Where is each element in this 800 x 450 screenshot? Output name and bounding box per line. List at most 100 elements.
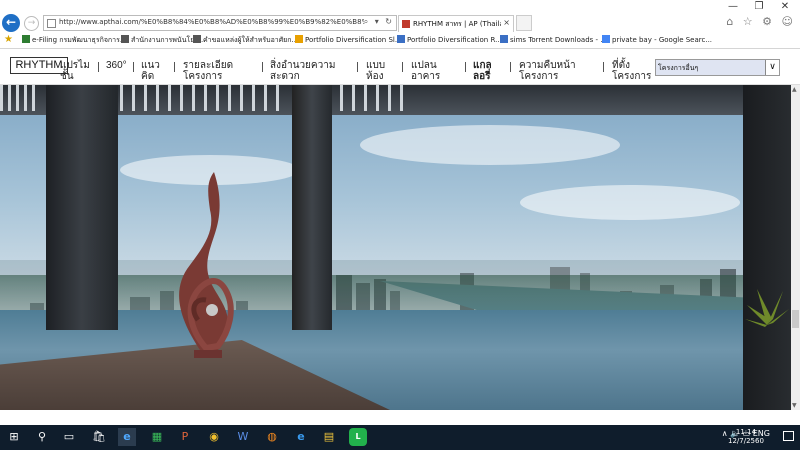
nav-divider	[262, 62, 263, 72]
scroll-down-icon[interactable]: ▼	[792, 402, 797, 409]
nav-divider	[133, 62, 134, 72]
favorite-label: Portfolio Diversification R...	[407, 36, 502, 44]
nav-divider	[510, 62, 511, 72]
minimize-button[interactable]: —	[720, 0, 746, 14]
project-select-value: โครงการอื่นๆ	[658, 64, 699, 72]
start-icon[interactable]: ⊞	[5, 428, 23, 446]
fav-icon	[121, 35, 129, 43]
nav-line: โครงการ	[519, 71, 559, 82]
cloud	[360, 125, 620, 165]
ie-icon[interactable]: e	[118, 428, 136, 446]
fav-icon	[22, 35, 30, 43]
nav-line: ลอรี่	[473, 71, 491, 82]
pillar	[292, 85, 332, 330]
close-window-button[interactable]: ✕	[772, 0, 798, 14]
time: 11:14	[735, 428, 757, 436]
file-explorer-icon[interactable]: ▤	[320, 428, 338, 446]
new-tab-button[interactable]	[516, 15, 532, 31]
nav-line: โครงการ	[183, 71, 223, 82]
excel-icon[interactable]: ▦	[148, 428, 166, 446]
nav-divider	[98, 62, 99, 72]
nav-divider	[465, 62, 466, 72]
nav-item-location[interactable]: ที่ตั้ง โครงการ	[612, 60, 651, 82]
pillar	[46, 85, 118, 330]
nav-item-floor[interactable]: แปรไม ชั้น	[60, 60, 90, 82]
favorite-item[interactable]: คำขอแหล่งผู้ให้สำหรับอาศัยก...	[193, 35, 298, 46]
nav-line: แบบ	[366, 60, 386, 71]
fav-icon	[397, 35, 405, 43]
scroll-thumb[interactable]	[792, 310, 799, 328]
scroll-up-icon[interactable]: ▲	[792, 86, 797, 93]
nav-line: ชั้น	[60, 71, 74, 82]
nav-item-facilities[interactable]: สิ่งอำนวยความ สะดวก	[270, 60, 335, 82]
forward-button[interactable]: →	[24, 16, 39, 31]
favorite-item[interactable]: Portfolio Diversification Sl...	[295, 35, 402, 44]
line-app-icon[interactable]: L	[349, 428, 367, 446]
maximize-button[interactable]: ❐	[746, 0, 772, 14]
nav-item-gallery[interactable]: แกล ลอรี่	[473, 60, 492, 82]
url-text[interactable]: http://www.apthai.com/%E0%B8%84%E0%B8%AD…	[59, 18, 364, 26]
project-select[interactable]: โครงการอื่นๆ ∨	[655, 59, 780, 76]
fav-icon	[193, 35, 201, 43]
nav-item-progress[interactable]: ความคืบหน้า โครงการ	[519, 60, 576, 82]
favorite-label: sims Torrent Downloads - ...	[510, 36, 607, 44]
site-favicon-icon	[402, 20, 410, 28]
nav-line: สะดวก	[270, 71, 300, 82]
nav-line: แปลน	[411, 60, 437, 71]
search-icon[interactable]: ⚲	[33, 428, 51, 446]
favorite-item[interactable]: Portfolio Diversification R...	[397, 35, 502, 44]
nav-line: แปรไม	[60, 60, 90, 71]
address-bar[interactable]: http://www.apthai.com/%E0%B8%84%E0%B8%AD…	[43, 15, 397, 31]
word-icon[interactable]: W	[234, 428, 252, 446]
favorite-item[interactable]: sims Torrent Downloads - ...	[500, 35, 607, 44]
powerpoint-icon[interactable]: P	[176, 428, 194, 446]
cloud	[520, 185, 740, 220]
site-navigation: RHYTHM แปรไม ชั้น 360° แนว คิด รายละเอียดโ…	[0, 50, 800, 85]
page-bottom	[0, 410, 800, 425]
nav-line: 360°	[106, 60, 127, 71]
nav-item-room-type[interactable]: แบบ ห้อง	[366, 60, 385, 82]
hero-gallery-image[interactable]	[0, 85, 800, 410]
favorite-label: คำขอแหล่งผู้ให้สำหรับอาศัยก...	[203, 36, 299, 44]
fav-icon	[602, 35, 610, 43]
favorites-star-icon[interactable]: ★	[4, 34, 13, 45]
address-tools[interactable]: ⌕ ▾ ↻	[364, 17, 394, 27]
chrome-icon[interactable]: ◉	[205, 428, 223, 446]
favorite-item[interactable]: e-Filing กรมพัฒนาธุรกิจการ...	[22, 35, 127, 46]
page-icon	[47, 19, 56, 28]
fav-icon	[500, 35, 508, 43]
browser-tab[interactable]: RHYTHM สาทร | AP (Thailan... ×	[398, 15, 514, 32]
nav-divider	[174, 62, 175, 72]
firefox-icon[interactable]: ◍	[263, 428, 281, 446]
tab-close-button[interactable]: ×	[503, 18, 510, 27]
task-view-icon[interactable]: ▭	[60, 428, 78, 446]
favorite-label: Portfolio Diversification Sl...	[305, 36, 402, 44]
nav-item-360[interactable]: 360°	[106, 60, 127, 71]
store-icon[interactable]: 🛍	[90, 428, 108, 446]
nav-line: ความคืบหน้า	[519, 60, 576, 71]
window-titlebar: — ❐ ✕	[0, 0, 800, 14]
favorite-item[interactable]: private bay - Google Searc...	[602, 35, 712, 44]
vertical-scrollbar[interactable]: ▲ ▼	[791, 85, 800, 410]
favorite-label: e-Filing กรมพัฒนาธุรกิจการ...	[32, 36, 127, 44]
clock[interactable]: 11:14 12/7/2560	[728, 428, 764, 446]
nav-line: ห้อง	[366, 71, 384, 82]
tab-title: RHYTHM สาทร | AP (Thailan...	[413, 20, 501, 28]
edge-icon[interactable]: e	[292, 428, 310, 446]
nav-line: แกล	[473, 60, 492, 71]
browser-toolbar: ← → http://www.apthai.com/%E0%B8%84%E0%B…	[0, 14, 800, 32]
chevron-down-icon[interactable]: ∨	[765, 60, 779, 75]
back-button[interactable]: ←	[2, 14, 20, 32]
nav-item-details[interactable]: รายละเอียด โครงการ	[183, 60, 233, 82]
plant	[745, 289, 789, 327]
nav-line: ที่ตั้ง	[612, 60, 630, 71]
nav-item-concept[interactable]: แนว คิด	[141, 60, 160, 82]
screen: — ❐ ✕ ← → http://www.apthai.com/%E0%B8%8…	[0, 0, 800, 450]
nav-line: อาคาร	[411, 71, 441, 82]
nav-item-floor-plan[interactable]: แปลน อาคาร	[411, 60, 440, 82]
nav-line: รายละเอียด	[183, 60, 234, 71]
notification-icon[interactable]	[783, 431, 794, 441]
browser-right-icons[interactable]: ⌂ ☆ ⚙ ☺	[726, 15, 796, 28]
date: 12/7/2560	[728, 437, 764, 445]
nav-line: โครงการ	[612, 71, 652, 82]
